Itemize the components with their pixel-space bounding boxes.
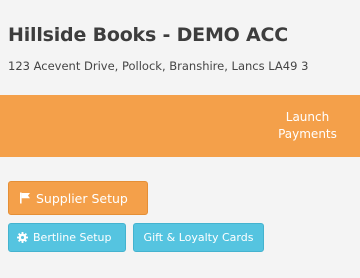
nav-bar: Launch Payments — [0, 95, 360, 157]
launch-payments-label-line1: Launch — [285, 110, 330, 124]
store-address: 123 Acevent Drive, Pollock, Branshire, L… — [8, 59, 309, 73]
launch-payments-label-line2: Payments — [278, 127, 337, 141]
supplier-setup-label: Supplier Setup — [36, 190, 128, 206]
gear-icon — [17, 232, 28, 243]
launch-payments-link[interactable]: Launch Payments — [255, 95, 360, 157]
supplier-setup-button[interactable]: Supplier Setup — [8, 181, 148, 215]
store-name: Hillside Books - DEMO ACC — [8, 24, 289, 46]
bertline-setup-label: Bertline Setup — [33, 231, 112, 244]
gift-loyalty-cards-button[interactable]: Gift & Loyalty Cards — [133, 223, 264, 252]
flag-icon — [19, 192, 31, 204]
page-header: Hillside Books - DEMO ACC 123 Acevent Dr… — [0, 0, 360, 90]
bertline-setup-button[interactable]: Bertline Setup — [8, 223, 126, 252]
gift-loyalty-cards-label: Gift & Loyalty Cards — [143, 231, 254, 244]
